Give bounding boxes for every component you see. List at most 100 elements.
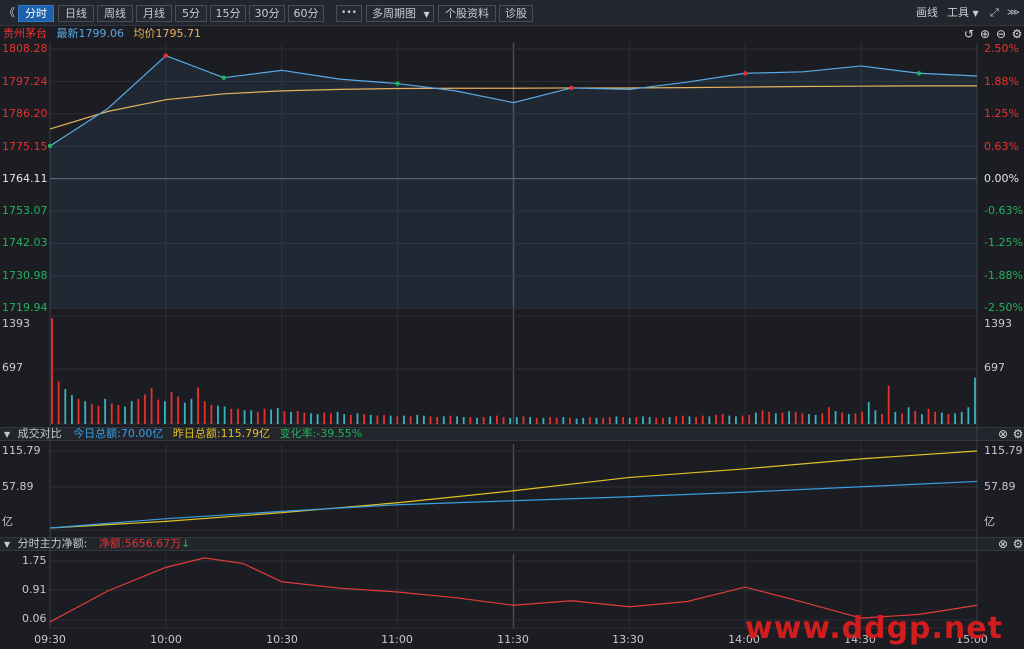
price-point bbox=[916, 71, 922, 76]
watermark: www.ddgp.net bbox=[745, 611, 1003, 646]
volume-bar bbox=[223, 406, 226, 424]
volume-bar bbox=[396, 416, 399, 424]
volume-bar bbox=[230, 408, 233, 424]
volume-bar bbox=[535, 417, 538, 424]
volume-bar bbox=[210, 404, 213, 424]
volume-bar bbox=[960, 411, 963, 424]
volume-bar bbox=[715, 414, 717, 424]
volume-bar bbox=[449, 415, 452, 424]
volume-bar bbox=[675, 416, 678, 424]
volume-bar bbox=[323, 412, 326, 424]
volume-bar bbox=[356, 413, 359, 424]
volume-bar bbox=[954, 413, 956, 424]
volume-bar bbox=[874, 410, 877, 424]
volume-bar bbox=[469, 417, 472, 424]
volume-bar bbox=[701, 415, 704, 424]
volume-bar bbox=[681, 415, 684, 424]
volume-bar bbox=[695, 417, 698, 424]
volume-bar bbox=[588, 417, 591, 424]
price-chart bbox=[47, 53, 978, 308]
volume-bar bbox=[934, 411, 937, 424]
volume-bar bbox=[788, 411, 790, 424]
volume-bar bbox=[84, 401, 87, 424]
volume-bar bbox=[834, 411, 837, 424]
volume-bar bbox=[316, 414, 319, 424]
volume-bar bbox=[602, 417, 605, 424]
volume-bar bbox=[296, 411, 299, 424]
volume-bar bbox=[728, 415, 731, 424]
volume-bar bbox=[854, 413, 857, 424]
volume-bar bbox=[648, 417, 651, 424]
volume-bar bbox=[157, 399, 160, 424]
volume-bar bbox=[137, 398, 140, 424]
volume-bar bbox=[622, 417, 624, 424]
intraday-charts bbox=[47, 43, 978, 629]
volume-bar bbox=[940, 412, 943, 424]
volume-bar bbox=[887, 385, 890, 424]
volume-bar bbox=[662, 417, 664, 424]
volume-bar bbox=[668, 417, 671, 424]
volume-bar bbox=[183, 402, 186, 424]
volume-bar bbox=[310, 413, 312, 424]
volume-bar bbox=[974, 377, 976, 424]
volume-bar bbox=[794, 411, 797, 424]
volume-bar bbox=[967, 407, 970, 424]
volume-bar bbox=[71, 395, 73, 424]
volume-bar bbox=[901, 413, 903, 424]
volume-bar bbox=[389, 415, 392, 424]
volume-bar bbox=[51, 318, 53, 424]
volume-bar bbox=[615, 416, 618, 424]
price-point bbox=[743, 71, 748, 76]
volume-bar bbox=[283, 411, 286, 424]
volume-bar bbox=[914, 411, 917, 424]
volume-bar bbox=[104, 398, 107, 424]
volume-bar bbox=[217, 405, 219, 424]
volume-bar bbox=[748, 414, 751, 424]
volume-bar bbox=[276, 408, 279, 424]
price-point bbox=[47, 143, 53, 149]
volume-bar bbox=[64, 388, 67, 424]
volume-bar bbox=[190, 398, 193, 424]
volume-bar bbox=[144, 394, 146, 424]
volume-bar bbox=[256, 411, 259, 424]
volume-bar bbox=[562, 417, 565, 424]
volume-bar bbox=[263, 408, 266, 424]
volume-bar bbox=[721, 414, 724, 424]
volume-bar bbox=[735, 416, 737, 424]
volume-bar bbox=[376, 415, 379, 424]
volume-bar bbox=[416, 414, 419, 424]
price-point bbox=[395, 81, 400, 86]
volume-bar bbox=[243, 410, 246, 424]
volume-bar bbox=[828, 407, 830, 424]
volume-bar bbox=[608, 417, 611, 424]
volume-bar bbox=[821, 413, 824, 424]
volume-bar bbox=[489, 416, 492, 424]
volume-bar bbox=[124, 406, 126, 424]
volume-bar bbox=[781, 412, 784, 424]
volume-bar bbox=[894, 411, 897, 424]
volume-bar bbox=[655, 417, 658, 424]
price-point bbox=[221, 75, 227, 80]
volume-bar bbox=[77, 398, 80, 424]
volume-bar bbox=[529, 417, 532, 424]
volume-bar bbox=[814, 414, 817, 424]
volume-bar bbox=[343, 414, 346, 424]
volume-bar bbox=[237, 408, 239, 424]
volume-bar bbox=[741, 415, 744, 424]
volume-bar bbox=[635, 417, 638, 424]
volume-bar bbox=[907, 407, 910, 424]
volume-bar bbox=[628, 417, 631, 424]
price-point bbox=[163, 53, 169, 58]
volume-bar bbox=[841, 412, 844, 424]
volume-bar bbox=[761, 410, 764, 424]
volume-bar bbox=[90, 404, 93, 424]
volume-bar bbox=[808, 414, 810, 424]
volume-bar bbox=[708, 416, 711, 424]
volume-bar bbox=[515, 417, 518, 424]
volume-bar bbox=[130, 401, 133, 424]
volume-bar bbox=[482, 417, 485, 424]
volume-bar bbox=[429, 416, 432, 424]
volume-bar bbox=[336, 411, 339, 424]
volume-bar bbox=[642, 416, 644, 424]
volume-bar bbox=[163, 401, 166, 424]
